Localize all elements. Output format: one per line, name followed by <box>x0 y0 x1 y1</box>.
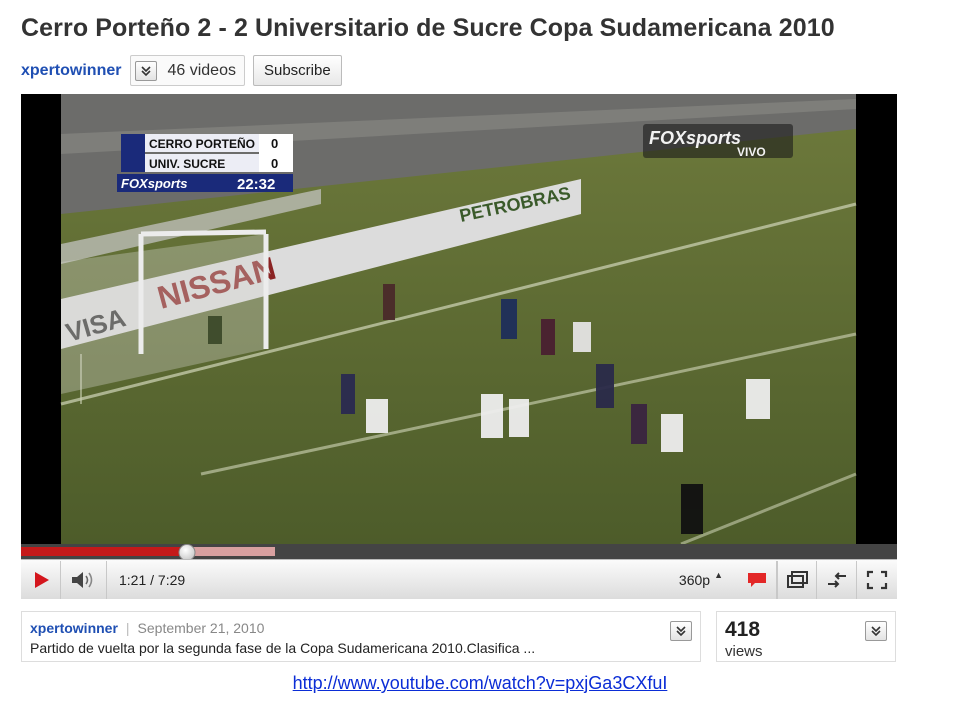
chevron-down-icon <box>676 626 686 637</box>
fullscreen-button[interactable] <box>857 561 897 599</box>
videos-count: 46 videos <box>167 61 236 79</box>
volume-icon <box>71 571 92 588</box>
views-panel: 418 views <box>716 611 896 662</box>
volume-button[interactable] <box>61 560 107 599</box>
expand-stats-button[interactable] <box>865 621 887 641</box>
description-meta: xpertowinner | September 21, 2010 <box>30 620 264 636</box>
popout-button[interactable] <box>777 560 817 599</box>
channel-row: xpertowinner 46 videos Subscribe <box>21 55 342 86</box>
fullscreen-icon <box>866 570 888 589</box>
scoreboard-score2: 0 <box>271 156 278 171</box>
expand-description-button[interactable] <box>670 621 692 641</box>
play-button[interactable] <box>21 560 61 599</box>
embed-icon <box>827 571 846 588</box>
scoreboard-clock: 22:32 <box>237 176 275 193</box>
scoreboard-team2: UNIV. SUCRE <box>149 157 225 171</box>
captions-icon <box>747 572 766 587</box>
play-icon <box>34 571 49 588</box>
broadcaster-logo-sub: VIVO <box>737 145 766 159</box>
time-display: 1:21 / 7:29 <box>119 571 186 588</box>
subscribe-button[interactable]: Subscribe <box>252 55 342 86</box>
player-controls: 1:21 / 7:29 360p ▲ <box>21 559 897 599</box>
description-text: Partido de vuelta por la segunda fase de… <box>30 640 536 656</box>
scoreboard-team1: CERRO PORTEÑO <box>149 136 255 151</box>
progress-bar[interactable] <box>21 544 897 561</box>
scoreboard-score1: 0 <box>271 136 278 151</box>
quality-selector[interactable]: 360p <box>679 572 710 588</box>
description-panel: xpertowinner | September 21, 2010 Partido … <box>21 611 701 662</box>
chevron-down-icon[interactable] <box>135 60 158 81</box>
broadcaster-logo-main: FOXsports <box>649 128 741 148</box>
video-title: Cerro Porteño 2 - 2 Universitario de Suc… <box>21 14 835 42</box>
views-count: 418 <box>725 618 761 641</box>
video-frame[interactable]: NISSAN VISA PETROBRAS CERRO PORTEÑO 0 UN… <box>21 94 897 544</box>
scoreboard-network: FOXsports <box>121 176 187 191</box>
scoreboard-overlay: CERRO PORTEÑO 0 UNIV. SUCRE 0 FOXsports … <box>117 134 293 193</box>
captions-button[interactable] <box>737 560 777 599</box>
channel-name-link[interactable]: xpertowinner <box>21 62 121 80</box>
progress-played <box>21 547 188 556</box>
caret-up-icon[interactable]: ▲ <box>714 570 723 580</box>
embed-button[interactable] <box>817 560 857 599</box>
description-username-link[interactable]: xpertowinner <box>30 620 118 636</box>
video-player[interactable]: NISSAN VISA PETROBRAS CERRO PORTEÑO 0 UN… <box>21 94 897 599</box>
broadcaster-logo: FOXsports VIVO <box>643 124 793 159</box>
description-separator: | <box>125 620 130 636</box>
channel-videos-dropdown[interactable]: 46 videos <box>130 55 245 86</box>
popout-icon <box>787 570 808 588</box>
upload-date: September 21, 2010 <box>137 620 265 636</box>
chevron-down-icon <box>871 626 881 637</box>
source-url-link[interactable]: http://www.youtube.com/watch?v=pxjGa3CXf… <box>0 673 960 694</box>
views-label: views <box>725 643 763 660</box>
